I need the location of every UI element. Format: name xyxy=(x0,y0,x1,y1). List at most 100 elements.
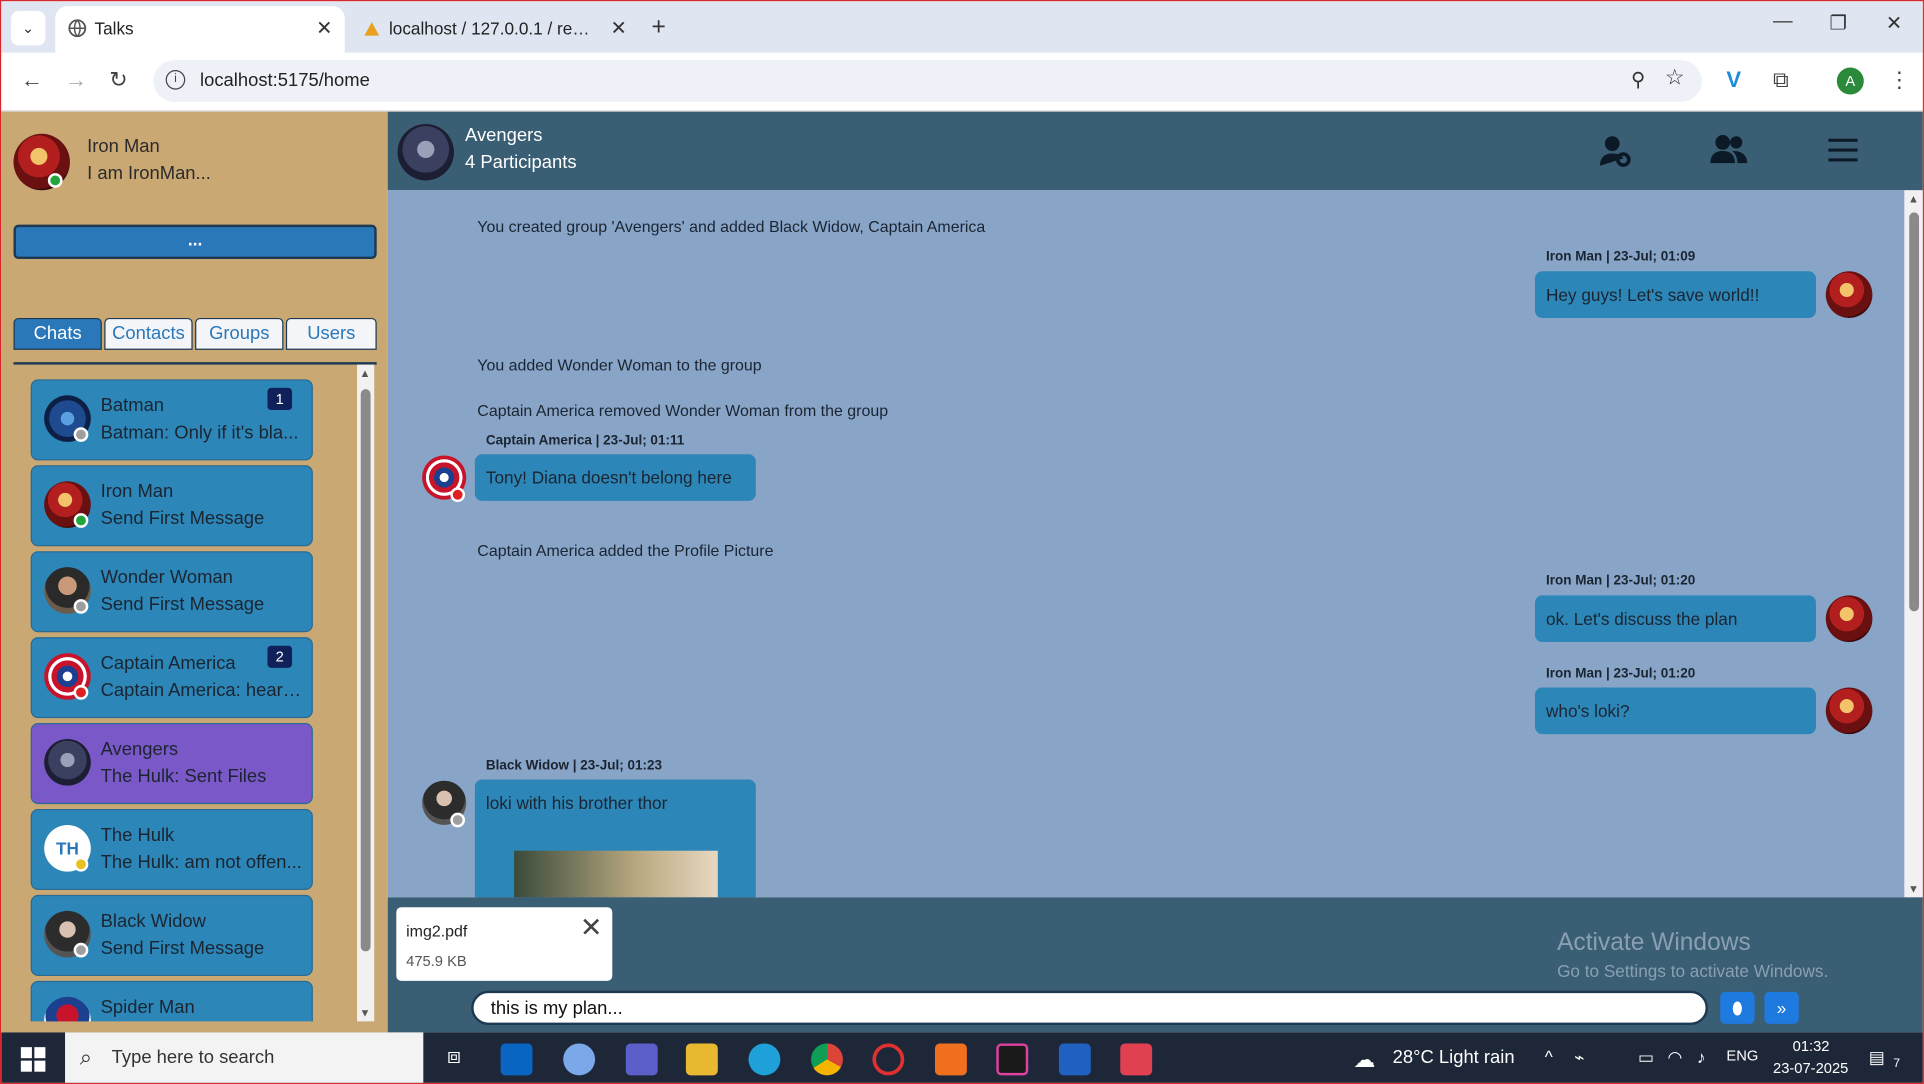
battery-icon[interactable]: ▭ xyxy=(1638,1047,1654,1068)
intellij-icon[interactable] xyxy=(996,1043,1029,1076)
scroll-up-arrow[interactable]: ▲ xyxy=(1908,193,1919,205)
xampp-icon[interactable] xyxy=(934,1043,967,1076)
address-bar[interactable]: i localhost:5175/home ⚲ ☆ xyxy=(153,60,1702,102)
task-view-icon[interactable]: ⧈ xyxy=(438,1043,470,1075)
app-icon[interactable] xyxy=(563,1043,596,1076)
sender-avatar xyxy=(1825,687,1873,735)
tab-users[interactable]: Users xyxy=(285,317,377,350)
remove-attachment-icon[interactable]: ✕ xyxy=(580,912,603,944)
status-dot xyxy=(73,942,89,958)
tab-chats[interactable]: Chats xyxy=(13,317,102,350)
minimize-icon[interactable]: — xyxy=(1773,11,1793,33)
scrollbar-thumb[interactable] xyxy=(1909,212,1920,612)
tab-title: Talks xyxy=(94,18,134,39)
tab-groups[interactable]: Groups xyxy=(195,317,284,350)
profile-avatar[interactable]: A xyxy=(1836,67,1864,95)
chat-last-message: The Hulk: Sent Files xyxy=(100,766,267,787)
tab-search-button[interactable]: ⌄ xyxy=(11,11,46,46)
volume-icon[interactable]: ♪ xyxy=(1697,1047,1706,1067)
site-info-icon[interactable]: i xyxy=(165,69,186,90)
online-status-dot xyxy=(47,173,63,188)
close-tab-icon[interactable]: ✕ xyxy=(611,16,627,41)
language-indicator[interactable]: ENG xyxy=(1726,1047,1758,1064)
browser-tab-phpmyadmin[interactable]: localhost / 127.0.0.1 / realtimec ✕ xyxy=(350,6,640,53)
attach-file-icon[interactable]: ⬮ xyxy=(1720,991,1755,1024)
chat-item-avengers[interactable]: Avengers The Hulk: Sent Files xyxy=(30,723,313,805)
browser-tab-talks[interactable]: Talks ✕ xyxy=(55,6,345,53)
conversation-header: Avengers 4 Participants xyxy=(387,111,1923,191)
notification-count: 7 xyxy=(1893,1056,1901,1071)
scroll-down-arrow[interactable]: ▼ xyxy=(360,1007,371,1019)
scroll-down-arrow[interactable]: ▼ xyxy=(1908,883,1919,895)
tab-title: localhost / 127.0.0.1 / realtimec xyxy=(388,18,598,39)
composer: img2.pdf 475.9 KB ✕ Activate Windows Go … xyxy=(387,897,1923,1033)
search-icon: ⌕ xyxy=(79,1044,93,1070)
chat-last-message: Batman: Only if it's bla... xyxy=(100,422,299,444)
clock-date[interactable]: 23-07-2025 xyxy=(1773,1059,1848,1076)
chat-item-wonder-woman[interactable]: Wonder Woman Send First Message xyxy=(30,551,313,633)
message-input[interactable] xyxy=(471,990,1708,1026)
message-sender: Black Widow | 23-Jul; 01:23 xyxy=(485,758,663,774)
teams-icon[interactable] xyxy=(625,1043,658,1076)
close-tab-icon[interactable]: ✕ xyxy=(316,16,332,41)
message-sender: Iron Man | 23-Jul; 01:20 xyxy=(1546,666,1696,682)
message-image[interactable] xyxy=(514,850,718,898)
chat-item-batman[interactable]: Batman Batman: Only if it's bla... 1 xyxy=(30,379,313,461)
zoom-icon[interactable]: ⚲ xyxy=(1631,68,1645,93)
chat-item-black-widow[interactable]: Black Widow Send First Message xyxy=(30,894,313,976)
windows-start-icon[interactable] xyxy=(20,1047,46,1072)
app-icon[interactable] xyxy=(1120,1043,1153,1076)
sidebar-menu-button[interactable]: ... xyxy=(13,224,377,260)
scroll-up-arrow[interactable]: ▲ xyxy=(360,367,371,379)
extensions-icon[interactable]: ⧉ xyxy=(1773,68,1789,94)
chat-name: The Hulk xyxy=(100,824,175,846)
chat-item-spider-man[interactable]: Spider Man xyxy=(30,980,313,1022)
vimeo-extension-icon[interactable]: V xyxy=(1726,68,1741,94)
attachment-size: 475.9 KB xyxy=(406,952,467,970)
clock-time[interactable]: 01:32 xyxy=(1793,1037,1830,1054)
taskbar-search[interactable]: ⌕ Type here to search xyxy=(65,1032,424,1083)
user-settings-icon[interactable] xyxy=(1600,134,1632,177)
notifications-icon[interactable]: ▤ xyxy=(1869,1047,1885,1068)
weather-icon[interactable]: ☁ xyxy=(1353,1047,1375,1073)
message-bubble-incoming: Tony! Diana doesn't belong here xyxy=(474,454,756,501)
unread-badge: 2 xyxy=(267,645,293,668)
new-tab-icon[interactable]: + xyxy=(652,14,666,42)
chat-list: Batman Batman: Only if it's bla... 1 Iro… xyxy=(13,365,376,1022)
chrome-icon[interactable] xyxy=(811,1043,843,1076)
chat-item-captain-america[interactable]: Captain America Captain America: heard..… xyxy=(30,637,313,719)
chat-item-the-hulk[interactable]: TH The Hulk The Hulk: am not offen... xyxy=(30,808,313,891)
webstorm-icon[interactable] xyxy=(1058,1043,1091,1076)
outlook-icon[interactable] xyxy=(500,1043,533,1076)
file-explorer-icon[interactable] xyxy=(685,1043,718,1076)
back-icon[interactable]: ← xyxy=(21,68,43,94)
reload-icon[interactable]: ↻ xyxy=(109,68,128,94)
menu-icon[interactable] xyxy=(1828,134,1858,172)
status-dot xyxy=(73,856,89,872)
forward-icon[interactable]: → xyxy=(65,68,87,94)
chat-app: Iron Man I am IronMan... ... Chats Conta… xyxy=(1,111,1923,1033)
wifi-icon[interactable]: ◠ xyxy=(1667,1047,1682,1068)
chat-item-iron-man[interactable]: Iron Man Send First Message xyxy=(30,465,313,547)
chat-name: Black Widow xyxy=(100,910,206,932)
edge-icon[interactable] xyxy=(748,1043,781,1076)
bookmark-star-icon[interactable]: ☆ xyxy=(1665,65,1685,91)
chat-last-message: Send First Message xyxy=(100,594,265,616)
tray-overflow-icon[interactable]: ^ xyxy=(1545,1047,1553,1067)
tab-contacts[interactable]: Contacts xyxy=(104,317,193,350)
send-icon[interactable]: » xyxy=(1764,991,1799,1024)
chat-list-scrollbar[interactable]: ▲ ▼ xyxy=(357,364,375,1022)
message-sender: Iron Man | 23-Jul; 01:09 xyxy=(1546,249,1696,264)
weather-text[interactable]: 28°C Light rain xyxy=(1393,1047,1515,1068)
restore-icon[interactable]: ❐ xyxy=(1829,11,1847,36)
message-scrollbar[interactable]: ▲ ▼ xyxy=(1904,190,1923,898)
scrollbar-thumb[interactable] xyxy=(360,389,371,952)
participants-count[interactable]: 4 Participants xyxy=(465,152,577,173)
group-members-icon[interactable] xyxy=(1710,134,1748,172)
window-close-icon[interactable]: ✕ xyxy=(1886,11,1902,36)
activate-windows-subtitle: Go to Settings to activate Windows. xyxy=(1557,961,1829,981)
group-avatar[interactable] xyxy=(397,123,454,181)
record-icon[interactable] xyxy=(872,1043,905,1076)
network-icon[interactable]: ⌁ xyxy=(1574,1047,1584,1068)
browser-menu-icon[interactable]: ⋮ xyxy=(1888,68,1910,94)
